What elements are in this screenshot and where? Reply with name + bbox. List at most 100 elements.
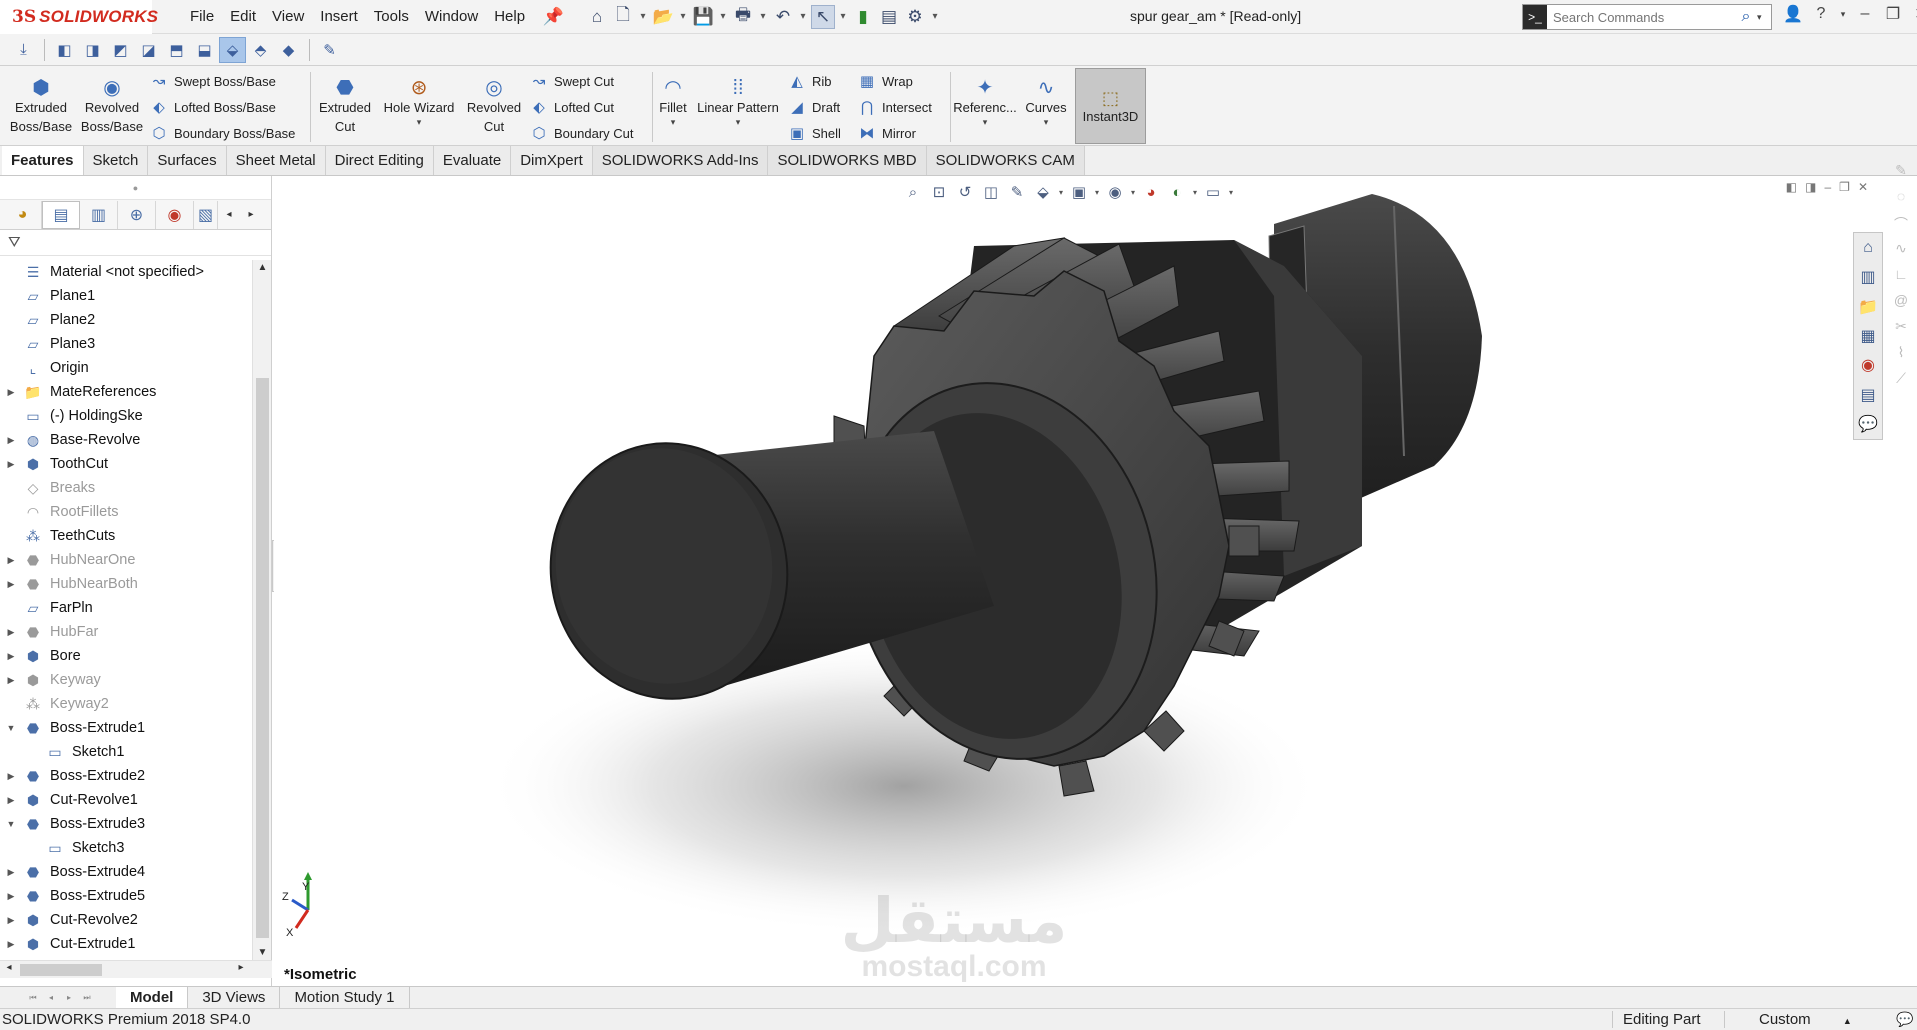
display-style-dropdown-icon[interactable]: ▾ (1092, 188, 1102, 197)
print-dropdown-icon[interactable]: ▾ (757, 5, 769, 29)
tab-sheet-metal[interactable]: Sheet Metal (226, 146, 326, 175)
menu-tools[interactable]: Tools (366, 8, 417, 25)
curves-dropdown-icon[interactable]: ▾ (1044, 117, 1049, 127)
tree-item[interactable]: ▶ ⬢ ToothCut (0, 452, 252, 476)
filter-icon[interactable]: ⛛ (8, 234, 21, 251)
viewport-tile-left-icon[interactable]: ◧ (1786, 180, 1797, 194)
tree-item[interactable]: ▶ ⬢ Bore (0, 644, 252, 668)
forum-icon[interactable]: 💬 (1858, 410, 1878, 439)
tab-scroll-right-icon[interactable]: ▸ (240, 209, 262, 220)
scroll-right-icon[interactable]: ▸ (234, 962, 248, 973)
back-view-icon[interactable]: ◨ (79, 37, 106, 63)
ink-shape-icon[interactable]: ⌇ (1898, 344, 1905, 368)
options-gear-icon[interactable]: ⚙ (903, 5, 927, 29)
tree-item[interactable]: ⁂ TeethCuts (0, 524, 252, 548)
tree-item[interactable]: ▼ ⬣ Boss-Extrude3 (0, 812, 252, 836)
draft-button[interactable]: ◢ Draft (786, 94, 841, 120)
unit-system[interactable]: Custom ▲ (1724, 1011, 1860, 1028)
units-dropdown-icon[interactable]: ▲ (1843, 1016, 1852, 1026)
tree-item[interactable]: ▶ ⬣ Boss-Extrude5 (0, 884, 252, 908)
scroll-left-icon[interactable]: ◂ (2, 962, 16, 973)
tree-item[interactable]: ▱ Plane3 (0, 332, 252, 356)
tab-solidworks-mbd[interactable]: SOLIDWORKS MBD (768, 146, 927, 175)
hide-show-items-icon[interactable]: ◉ (1102, 179, 1128, 205)
expand-caret-icon[interactable]: ▶ (0, 387, 22, 398)
viewport-tile-right-icon[interactable]: ◨ (1805, 180, 1816, 194)
ink-pen-icon[interactable]: ✎ (1895, 162, 1907, 186)
curves-button[interactable]: ∿ Curves ▾ (1020, 70, 1072, 127)
hole-wizard-dropdown-icon[interactable]: ▾ (417, 117, 422, 127)
tab-features[interactable]: Features (2, 146, 84, 175)
revolved-boss-button[interactable]: ◉ Revolved Boss/Base (78, 70, 146, 136)
expand-caret-icon[interactable]: ▶ (0, 555, 22, 566)
next-tab-icon[interactable]: ▸ (60, 993, 78, 1002)
reference-geometry-button[interactable]: ✦ Referenc... ▾ (953, 70, 1017, 127)
open-dropdown-icon[interactable]: ▾ (677, 5, 689, 29)
tree-item[interactable]: ▶ ◍ Base-Revolve (0, 428, 252, 452)
search-icon[interactable]: ⌕ (1735, 8, 1757, 26)
shell-button[interactable]: ▣ Shell (786, 120, 841, 146)
fillet-dropdown-icon[interactable]: ▾ (671, 117, 676, 127)
prev-tab-icon[interactable]: ◂ (42, 993, 60, 1002)
graphics-area[interactable]: ⌕ ⊡ ↺ ◫ ✎ ⬙ ▾ ▣ ▾ ◉ ▾ ◕ ◐ ▾ ▭ ▾ ◧ ◨ – ❐ … (274, 176, 1884, 986)
tree-item[interactable]: ▭ Sketch3 (0, 836, 252, 860)
menu-insert[interactable]: Insert (312, 8, 366, 25)
menu-help[interactable]: Help (486, 8, 533, 25)
tree-horizontal-scrollbar[interactable]: ◂ ▸ (0, 960, 272, 978)
linear-pattern-dropdown-icon[interactable]: ▾ (736, 117, 741, 127)
menu-window[interactable]: Window (417, 8, 486, 25)
new-document-icon[interactable]: 🗋 (611, 5, 635, 29)
tree-item[interactable]: ◠ RootFillets (0, 500, 252, 524)
last-tab-icon[interactable]: ⏭ (78, 993, 96, 1003)
tab-direct-editing[interactable]: Direct Editing (325, 146, 434, 175)
options-dropdown-icon[interactable]: ▾ (929, 5, 941, 29)
bottom-tab-3d-views[interactable]: 3D Views (188, 987, 281, 1008)
ink-eraser-icon[interactable]: ⟋ (1896, 370, 1906, 394)
ink-spiral-icon[interactable]: @ (1894, 292, 1908, 316)
scrollbar-thumb[interactable] (20, 964, 102, 976)
property-manager-icon[interactable]: ▥ (80, 200, 118, 229)
viewport-minimize-icon[interactable]: – (1824, 180, 1831, 194)
file-properties-icon[interactable]: ▤ (877, 5, 901, 29)
home-icon[interactable]: ⌂ (585, 5, 609, 29)
appearance-icon[interactable]: ◉ (156, 200, 194, 229)
minimize-icon[interactable]: – (1854, 5, 1876, 23)
expand-caret-icon[interactable]: ▶ (0, 627, 22, 638)
tree-item[interactable]: ▭ (-) HoldingSke (0, 404, 252, 428)
view-settings-dropdown-icon[interactable]: ▾ (1226, 188, 1236, 197)
print-icon[interactable]: 🖶 (731, 5, 755, 29)
swept-boss-button[interactable]: ↝ Swept Boss/Base (148, 68, 295, 94)
trimetric-view-icon[interactable]: ⬘ (247, 37, 274, 63)
boundary-boss-button[interactable]: ⬡ Boundary Boss/Base (148, 120, 295, 146)
save-dropdown-icon[interactable]: ▾ (717, 5, 729, 29)
help-icon[interactable]: ? (1810, 5, 1832, 23)
design-library-icon[interactable]: ▥ (1860, 262, 1875, 291)
tree-item[interactable]: ▶ ⬢ Cut-Revolve1 (0, 788, 252, 812)
tree-item[interactable]: ▶ ⬢ Keyway (0, 668, 252, 692)
expand-caret-icon[interactable]: ▶ (0, 795, 22, 806)
dimetric-view-icon[interactable]: ◆ (275, 37, 302, 63)
tree-item[interactable]: ▭ Sketch1 (0, 740, 252, 764)
display-style-icon[interactable]: ▣ (1066, 179, 1092, 205)
ink-curve-icon[interactable]: ∿ (1895, 240, 1907, 264)
tree-item[interactable]: ▱ FarPln (0, 596, 252, 620)
search-commands[interactable]: >_ ⌕ ▾ (1522, 4, 1772, 30)
tree-vertical-scrollbar[interactable]: ▲ ▼ (252, 260, 271, 960)
view-orientation-dropdown-icon[interactable]: ▾ (1056, 188, 1066, 197)
tab-sketch[interactable]: Sketch (83, 146, 149, 175)
rib-button[interactable]: ◭ Rib (786, 68, 841, 94)
collapse-caret-icon[interactable]: ▼ (0, 819, 22, 829)
top-view-icon[interactable]: ⬒ (163, 37, 190, 63)
tree-item[interactable]: ▼ ⬣ Boss-Extrude1 (0, 716, 252, 740)
tree-item[interactable]: ▶ ⬢ Cut-Extrude1 (0, 932, 252, 956)
first-tab-icon[interactable]: ⏮ (24, 993, 42, 1003)
ink-circle-icon[interactable]: ◌ (1897, 188, 1905, 212)
solidworks-resources-icon[interactable]: ⌂ (1863, 233, 1873, 262)
gear-model[interactable] (274, 176, 1884, 986)
pin-icon[interactable]: 📌 (541, 5, 565, 29)
undo-icon[interactable]: ↶ (771, 5, 795, 29)
expand-caret-icon[interactable]: ▶ (0, 435, 22, 446)
bottom-tab-motion-study-1[interactable]: Motion Study 1 (280, 987, 410, 1008)
swept-cut-button[interactable]: ↝ Swept Cut (528, 68, 634, 94)
expand-caret-icon[interactable]: ▶ (0, 891, 22, 902)
